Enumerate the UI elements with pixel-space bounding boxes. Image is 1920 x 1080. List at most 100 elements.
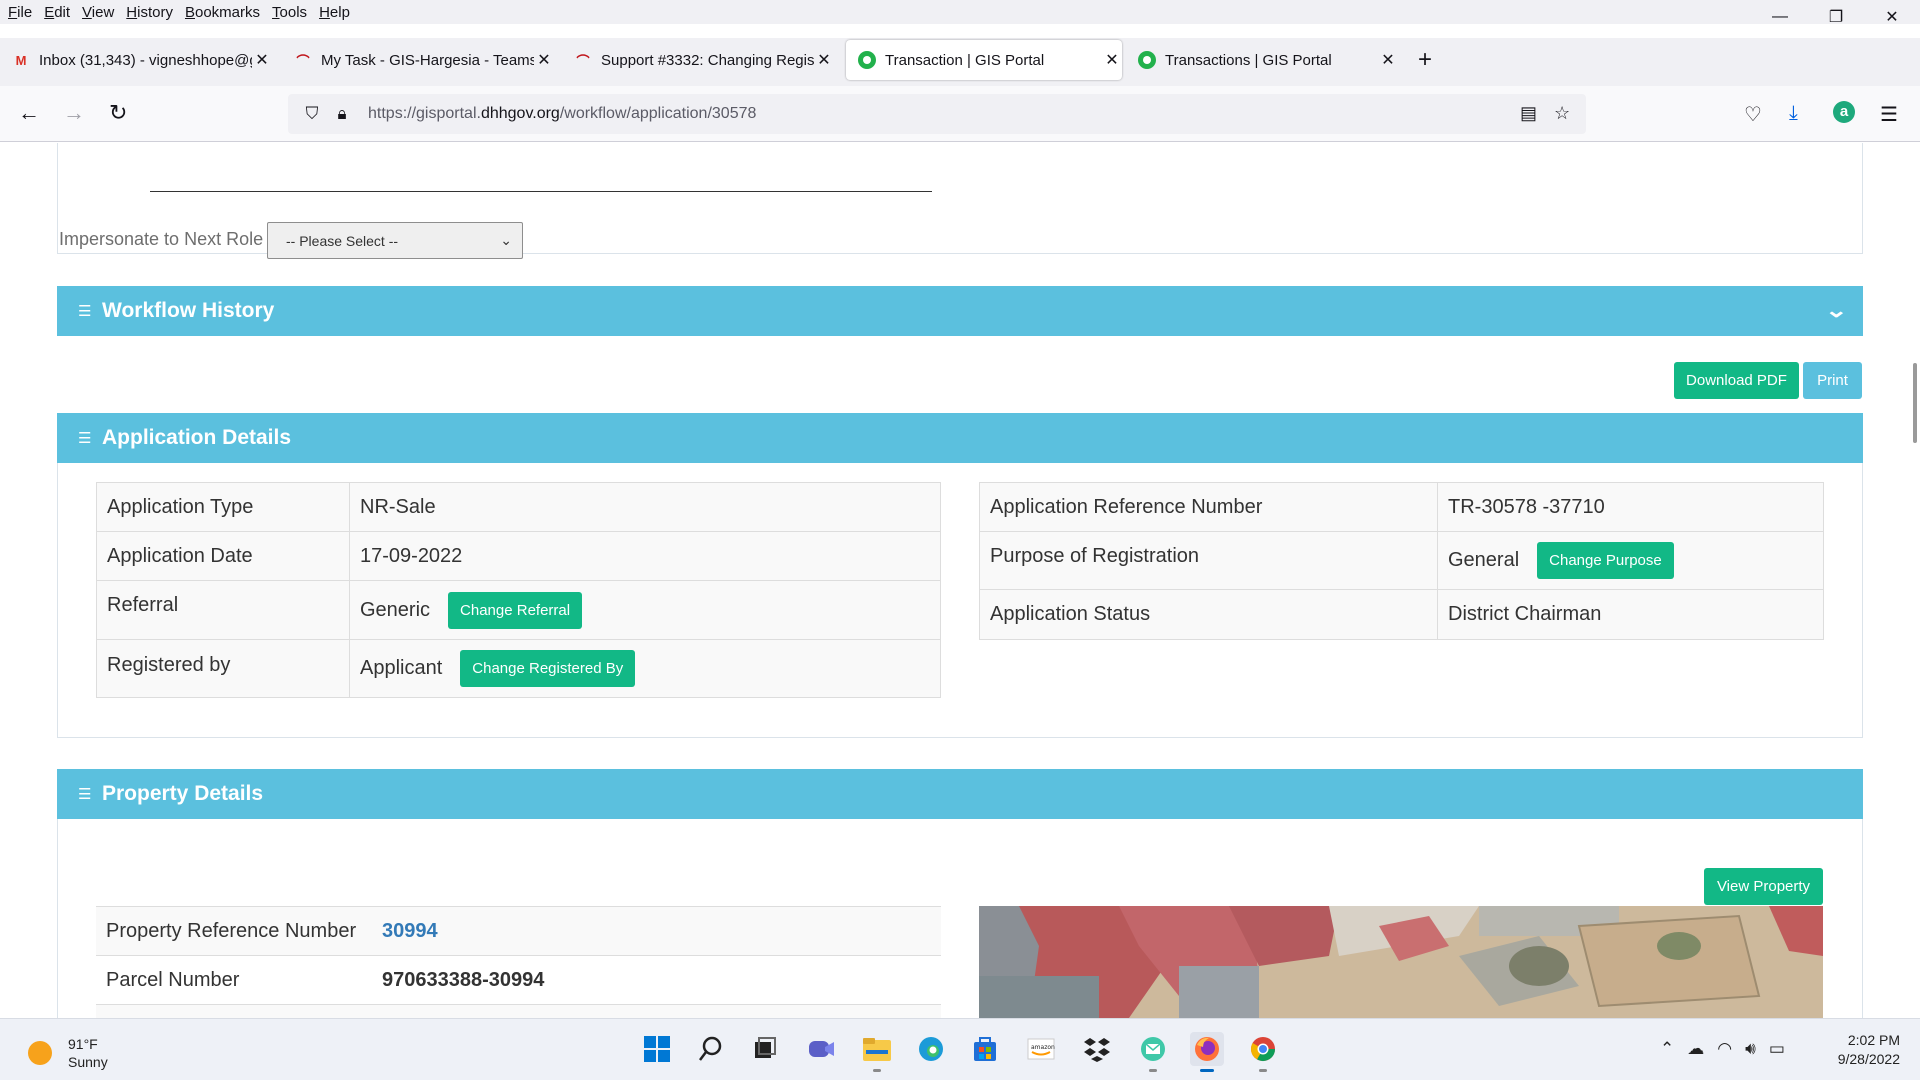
wifi-icon[interactable]: ◠ [1717,1039,1732,1059]
tab-title: Transactions | GIS Portal [1165,51,1332,69]
firefox-icon[interactable] [1190,1032,1224,1072]
new-tab-icon[interactable]: + [1418,46,1432,74]
sun-icon [28,1041,52,1065]
menu-tools[interactable]: Tools [272,4,307,21]
table-row: Registered by Applicant Change Registere… [96,639,941,698]
system-clock[interactable]: 2:02 PM 9/28/2022 [1830,1031,1900,1069]
microsoft-store-icon[interactable] [968,1032,1002,1066]
forward-icon[interactable]: → [63,100,85,126]
download-icon[interactable]: ⤓ [1789,102,1798,125]
tracking-shield-icon[interactable]: ⛉ [300,104,324,124]
menu-view[interactable]: View [82,4,114,21]
clock-time: 2:02 PM [1847,1032,1900,1048]
tab-support[interactable]: ⌒ Support #3332: Changing Regis ✕ [562,38,834,82]
application-details-right-table: Application Reference Number TR-30578 -3… [979,482,1824,640]
search-icon[interactable] [694,1032,728,1066]
volume-icon[interactable]: 🔊︎ [1745,1039,1756,1059]
gmail-icon: M [15,52,27,68]
bookmark-star-icon[interactable]: ☆ [1554,103,1570,124]
back-icon[interactable]: ← [18,100,40,126]
view-property-button[interactable]: View Property [1704,868,1823,905]
table-row [96,1004,941,1018]
field-value: Applicant [360,657,443,679]
battery-icon[interactable]: ▭ [1769,1039,1785,1059]
menu-bar: File Edit View History Bookmarks Tools H… [0,0,1920,24]
chevron-down-icon: ⌄ [500,232,512,248]
close-tab-icon[interactable]: ✕ [252,50,272,70]
table-row: Application Reference Number TR-30578 -3… [979,482,1824,532]
chrome-icon[interactable] [1246,1032,1280,1072]
field-label: Application Type [96,482,350,532]
lock-icon[interactable]: 🔒︎ [330,104,354,124]
close-tab-icon[interactable]: ✕ [1378,50,1398,70]
teams-chat-icon[interactable] [804,1032,838,1066]
signature-line [150,191,932,192]
account-avatar[interactable]: a [1833,101,1855,123]
start-icon[interactable] [640,1032,674,1066]
scrollbar-thumb[interactable] [1913,363,1917,443]
print-button[interactable]: Print [1803,362,1862,399]
chevron-up-icon[interactable]: ⌃ [1660,1039,1674,1059]
onedrive-cloud-icon[interactable]: ☁ [1687,1039,1704,1059]
field-value[interactable]: 30994 [382,920,438,942]
edge-icon[interactable] [914,1032,948,1066]
impersonate-role-select[interactable]: -- Please Select -- ⌄ [267,222,523,259]
download-pdf-button[interactable]: Download PDF [1674,362,1799,399]
menu-edit[interactable]: Edit [44,4,70,21]
url-domain: dhhgov.org [480,105,560,122]
table-row: Application Type NR-Sale [96,482,941,532]
change-registered-by-button[interactable]: Change Registered By [460,650,636,687]
table-row: Parcel Number 970633388-30994 [96,955,941,1005]
weather-widget[interactable]: 91°F Sunny [28,1035,108,1071]
field-label: Application Date [96,531,350,581]
field-label: Application Status [979,589,1438,640]
menu-file[interactable]: File [8,4,32,21]
field-label: Parcel Number [96,955,372,1005]
menu-bookmarks[interactable]: Bookmarks [185,4,260,21]
workflow-history-header[interactable]: ☰ Workflow History ⌄ [57,286,1863,336]
field-value: General [1448,549,1520,571]
close-tab-icon[interactable]: ✕ [1102,50,1122,70]
tab-gmail[interactable]: M Inbox (31,343) - vigneshhope@g ✕ [0,38,272,82]
task-view-icon[interactable] [748,1032,782,1066]
field-value: Generic [360,598,431,621]
field-value-cell: Applicant Change Registered By [349,639,941,698]
menu-history[interactable]: History [126,4,173,21]
field-value: District Chairman [1437,589,1824,640]
restore-button[interactable]: ❐ [1808,0,1864,34]
address-bar[interactable]: ⛉ 🔒︎ https://gisportal.dhhgov.org/workfl… [288,94,1586,134]
weather-description: Sunny [68,1054,108,1070]
tab-title: My Task - GIS-Hargesia - Teams [321,51,534,69]
list-icon: ☰ [78,302,92,320]
application-details-header[interactable]: ☰ Application Details [57,413,1863,463]
list-icon: ☰ [78,785,92,803]
close-window-button[interactable]: ✕ [1864,0,1920,34]
tab-transaction[interactable]: Transaction | GIS Portal ✕ [846,40,1122,80]
field-label: Registered by [96,639,350,698]
chevron-down-icon[interactable]: ⌄ [1825,298,1848,323]
pocket-icon[interactable]: ♡ [1744,102,1762,127]
minimize-button[interactable]: — [1752,0,1808,34]
amazon-icon[interactable]: amazon [1024,1032,1058,1066]
tab-strip: M Inbox (31,343) - vigneshhope@g ✕ ⌒ My … [0,38,1920,86]
menu-help[interactable]: Help [319,4,350,21]
hamburger-menu-icon[interactable]: ☰ [1880,102,1898,127]
select-value: -- Please Select -- [286,232,399,249]
table-row: Application Date 17-09-2022 [96,531,941,581]
change-purpose-button[interactable]: Change Purpose [1537,542,1674,579]
dropbox-icon[interactable] [1080,1032,1114,1066]
close-tab-icon[interactable]: ✕ [814,50,834,70]
mail-app-icon[interactable] [1136,1032,1170,1072]
reload-icon[interactable]: ↻ [109,100,127,126]
property-reference-link[interactable]: 30994 [372,906,941,956]
tab-transactions[interactable]: Transactions | GIS Portal ✕ [1126,38,1398,82]
list-icon: ☰ [78,429,92,447]
change-referral-button[interactable]: Change Referral [448,591,583,629]
file-explorer-icon[interactable] [860,1032,894,1072]
reader-view-icon[interactable]: ▤ [1520,103,1537,124]
close-tab-icon[interactable]: ✕ [534,50,554,70]
property-details-header[interactable]: ☰ Property Details [57,769,1863,819]
tab-my-task[interactable]: ⌒ My Task - GIS-Hargesia - Teams ✕ [282,38,554,82]
weather-temperature: 91°F [68,1036,98,1052]
url-text[interactable]: https://gisportal.dhhgov.org/workflow/ap… [368,105,756,123]
